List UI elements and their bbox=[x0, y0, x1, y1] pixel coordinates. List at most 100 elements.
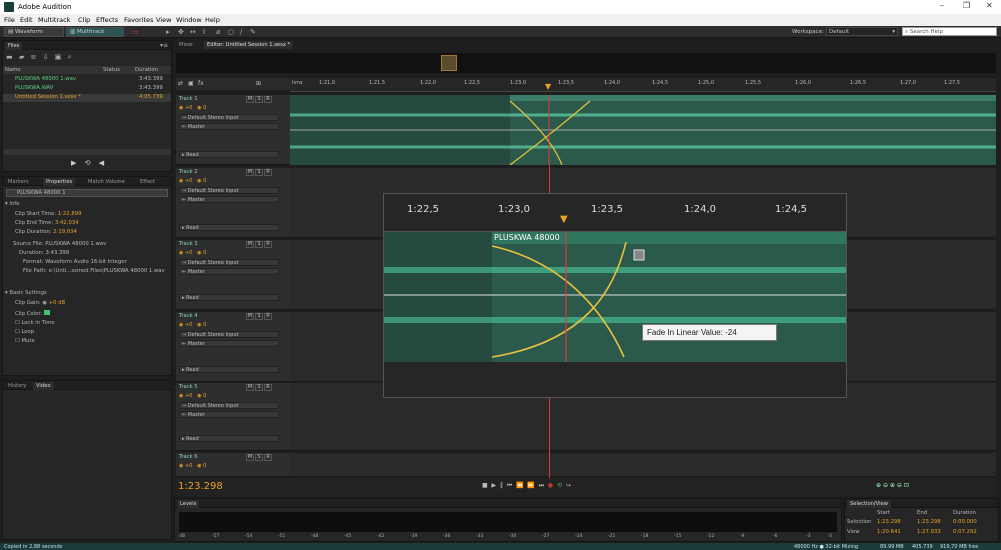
search-help-input[interactable]: ⌕ Search Help bbox=[902, 27, 997, 36]
loop-icon[interactable]: ⟲ bbox=[85, 159, 91, 167]
workspace-select[interactable]: Default ▾ bbox=[826, 27, 898, 36]
track-pan[interactable]: 0 bbox=[203, 105, 206, 111]
zoom-icon[interactable]: ⊞ bbox=[256, 80, 261, 87]
info-section-header[interactable]: ▾ Info bbox=[5, 201, 19, 207]
clip-color-swatch[interactable] bbox=[43, 310, 50, 315]
basic-settings-header[interactable]: ▾ Basic Settings bbox=[5, 290, 47, 296]
time-selection-tool-icon[interactable]: I bbox=[203, 28, 205, 36]
mute-button[interactable]: M bbox=[246, 169, 254, 176]
overview-view-box[interactable] bbox=[441, 55, 457, 71]
track-volume[interactable]: +0 bbox=[185, 463, 192, 469]
tab-levels[interactable]: Levels bbox=[177, 500, 200, 508]
move-tool-icon[interactable]: ✥ bbox=[178, 28, 184, 36]
play-icon[interactable]: ▶ bbox=[71, 159, 76, 167]
zoom-in-time-icon[interactable]: ⊕ bbox=[890, 482, 895, 489]
mute-checkbox[interactable]: ☐ Mute bbox=[15, 338, 35, 344]
pencil-tool-icon[interactable]: ✎ bbox=[250, 28, 256, 36]
panel-menu-icon[interactable]: ▾≡ bbox=[160, 42, 168, 49]
razor-tool-icon[interactable]: ⌀ bbox=[216, 28, 220, 36]
track-input-select[interactable]: → Default Stereo Input bbox=[179, 187, 279, 194]
solo-button[interactable]: S bbox=[255, 169, 263, 176]
zoom-out-amplitude-icon[interactable]: ⊖ bbox=[883, 482, 888, 489]
playhead-marker-icon[interactable]: ▼ bbox=[560, 214, 568, 225]
lock-in-time-checkbox[interactable]: ☐ Lock in Time bbox=[15, 320, 55, 326]
track-output-select[interactable]: ← Master bbox=[179, 268, 279, 275]
solo-button[interactable]: S bbox=[255, 313, 263, 320]
track-output-select[interactable]: ← Master bbox=[179, 411, 279, 418]
view-end[interactable]: 1:27.933 bbox=[917, 529, 941, 535]
mute-button[interactable]: M bbox=[246, 384, 254, 391]
view-duration[interactable]: 0:07.292 bbox=[953, 529, 977, 535]
track-header[interactable]: Track 3 MSR ◉ +0 ◉ 0 → Default Stereo In… bbox=[176, 240, 290, 310]
track-lane[interactable] bbox=[290, 453, 996, 477]
track-volume[interactable]: +0 bbox=[185, 393, 192, 399]
track-volume[interactable]: +0 bbox=[185, 105, 192, 111]
record-icon[interactable]: ▭ bbox=[132, 28, 139, 36]
zoom-out-time-icon[interactable]: ⊖ bbox=[897, 482, 902, 489]
track-pan[interactable]: 0 bbox=[203, 178, 206, 184]
track-header[interactable]: Track 4 MSR ◉ +0 ◉ 0 → Default Stereo In… bbox=[176, 312, 290, 382]
loop-playback-icon[interactable]: ⟲ bbox=[557, 482, 562, 489]
play-icon[interactable]: ▶ bbox=[492, 482, 497, 489]
pause-icon[interactable]: ‖ bbox=[500, 482, 503, 489]
menu-view[interactable]: View bbox=[156, 16, 171, 24]
stop-icon[interactable]: ■ bbox=[482, 482, 488, 489]
mute-button[interactable]: M bbox=[246, 96, 254, 103]
rewind-icon[interactable]: ⏪ bbox=[516, 482, 523, 489]
effects-icon[interactable]: fx bbox=[198, 80, 204, 87]
selection-start[interactable]: 1:23.298 bbox=[877, 519, 901, 525]
record-icon[interactable]: ● bbox=[548, 482, 553, 489]
tab-mixer[interactable]: Mixer bbox=[176, 41, 196, 49]
track-pan[interactable]: 0 bbox=[203, 393, 206, 399]
menu-favorites[interactable]: Favorites bbox=[124, 16, 153, 24]
clip-name-field[interactable]: PLUSKWA 48000 1 bbox=[6, 189, 168, 197]
gain-knob-icon[interactable]: ◉ bbox=[42, 300, 47, 306]
solo-button[interactable]: S bbox=[255, 454, 263, 461]
delete-icon[interactable]: ▣ bbox=[55, 53, 62, 61]
track-pan[interactable]: 0 bbox=[203, 250, 206, 256]
arm-record-button[interactable]: R bbox=[264, 384, 272, 391]
arm-record-button[interactable]: R bbox=[264, 241, 272, 248]
track-pan[interactable]: 0 bbox=[203, 322, 206, 328]
close-button[interactable]: ✕ bbox=[986, 1, 993, 10]
insert-icon[interactable]: ⇩ bbox=[43, 53, 49, 61]
fast-forward-icon[interactable]: ⏩ bbox=[527, 482, 534, 489]
track-output-select[interactable]: ← Master bbox=[179, 123, 279, 130]
track-output-select[interactable]: ← Master bbox=[179, 340, 279, 347]
menu-effects[interactable]: Effects bbox=[96, 16, 118, 24]
selection-duration[interactable]: 0:00.000 bbox=[953, 519, 977, 525]
track-volume[interactable]: +0 bbox=[185, 322, 192, 328]
playhead-marker-icon[interactable]: ▼ bbox=[545, 82, 551, 91]
track-output-select[interactable]: ← Master bbox=[179, 196, 279, 203]
track-header[interactable]: Track 1 MSR ◉ +0 ◉ 0 → Default Stereo In… bbox=[176, 95, 290, 165]
arm-record-button[interactable]: R bbox=[264, 313, 272, 320]
go-to-end-icon[interactable]: ⏭ bbox=[539, 482, 544, 489]
tab-files[interactable]: Files bbox=[5, 42, 23, 50]
view-start[interactable]: 1:20.641 bbox=[877, 529, 901, 535]
solo-button[interactable]: S bbox=[255, 241, 263, 248]
waveform-view-button[interactable]: ▤ Waveform bbox=[4, 27, 64, 37]
volume-icon[interactable]: ◀ bbox=[99, 159, 104, 167]
track-lane[interactable] bbox=[290, 95, 996, 166]
file-row[interactable]: PLUSKWA 48000 1.wav 3:43.399 bbox=[3, 76, 171, 84]
track-header[interactable]: Track 5 MSR ◉ +0 ◉ 0 → Default Stereo In… bbox=[176, 383, 290, 451]
mute-button[interactable]: M bbox=[246, 454, 254, 461]
automation-mode-select[interactable]: ▸ Read bbox=[179, 366, 279, 373]
slip-tool-icon[interactable]: ↔ bbox=[190, 28, 196, 36]
selection-end[interactable]: 1:23.298 bbox=[917, 519, 941, 525]
track-input-select[interactable]: → Default Stereo Input bbox=[179, 259, 279, 266]
menu-edit[interactable]: Edit bbox=[20, 16, 33, 24]
time-ruler[interactable]: hms 1:21,0 1:21,5 1:22,0 1:22,5 1:23,0 1… bbox=[290, 78, 996, 92]
open-file-icon[interactable]: ▰ bbox=[19, 53, 24, 61]
menu-window[interactable]: Window bbox=[176, 16, 202, 24]
lasso-tool-icon[interactable]: ○ bbox=[228, 28, 234, 36]
arm-record-button[interactable]: R bbox=[264, 454, 272, 461]
track-pan[interactable]: 0 bbox=[203, 463, 206, 469]
menu-clip[interactable]: Clip bbox=[78, 16, 90, 24]
track-volume[interactable]: +0 bbox=[185, 178, 192, 184]
go-to-start-icon[interactable]: ⏮ bbox=[507, 482, 512, 489]
zoom-in-amplitude-icon[interactable]: ⊕ bbox=[876, 482, 881, 489]
overview-navigator[interactable] bbox=[176, 53, 996, 73]
inputs-icon[interactable]: ▣ bbox=[188, 80, 194, 87]
solo-button[interactable]: S bbox=[255, 96, 263, 103]
